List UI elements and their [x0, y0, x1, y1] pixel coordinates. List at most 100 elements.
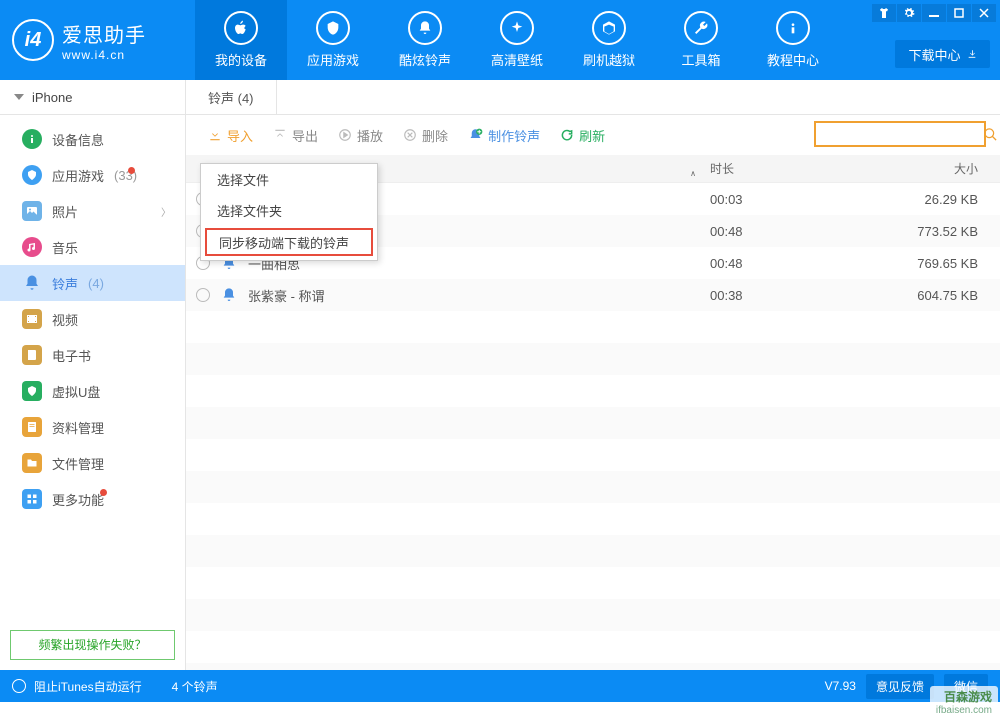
sidebar-item-label: 音乐	[52, 238, 78, 257]
sidebar-item-label: 设备信息	[52, 130, 104, 149]
sidebar-item-photos[interactable]: 照片 〉	[0, 193, 185, 229]
tab-bar: 铃声 (4)	[186, 80, 1000, 115]
sidebar-item-ringtones[interactable]: 铃声 (4)	[0, 265, 185, 301]
footer-version: V7.93	[825, 679, 856, 693]
delete-button[interactable]: 删除	[395, 122, 456, 149]
tab-ringtones[interactable]: 铃声 (4)	[186, 80, 277, 114]
toggle-itunes[interactable]	[12, 679, 26, 693]
col-size[interactable]: 大小	[850, 160, 1000, 177]
row-duration: 00:48	[710, 256, 850, 271]
nav-apps[interactable]: 应用游戏	[287, 0, 379, 80]
tshirt-icon[interactable]	[872, 4, 896, 22]
info-icon	[776, 11, 810, 45]
radio-select[interactable]	[196, 288, 210, 302]
chevron-right-icon: 〉	[161, 204, 171, 219]
import-button[interactable]: 导入	[200, 122, 261, 149]
sidebar-item-label: 虚拟U盘	[52, 382, 100, 401]
sidebar-item-label: 应用游戏	[52, 166, 104, 185]
brand-url: www.i4.cn	[62, 48, 146, 62]
sidebar-item-label: 资料管理	[52, 418, 104, 437]
sidebar-item-device-info[interactable]: 设备信息	[0, 121, 185, 157]
film-icon	[22, 309, 42, 329]
close-button[interactable]	[972, 4, 996, 22]
photo-icon	[22, 201, 42, 221]
export-button[interactable]: 导出	[265, 122, 326, 149]
download-center-label: 下载中心	[908, 45, 960, 64]
device-selector[interactable]: iPhone	[0, 80, 185, 115]
shield-icon	[22, 381, 42, 401]
sidebar-item-udisk[interactable]: 虚拟U盘	[0, 373, 185, 409]
search-box[interactable]	[814, 121, 986, 147]
sidebar-count: (4)	[88, 276, 104, 291]
col-duration[interactable]: 时长	[710, 160, 850, 177]
sidebar-item-label: 铃声	[52, 274, 78, 293]
sidebar-item-ebooks[interactable]: 电子书	[0, 337, 185, 373]
info-icon	[22, 129, 42, 149]
sidebar-item-file-mgmt[interactable]: 文件管理	[0, 445, 185, 481]
brand-name: 爱思助手	[62, 19, 146, 48]
dropdown-select-folder[interactable]: 选择文件夹	[201, 195, 377, 226]
apple-icon	[224, 11, 258, 45]
download-icon	[967, 49, 977, 59]
sidebar-item-music[interactable]: 音乐	[0, 229, 185, 265]
box-icon	[592, 11, 626, 45]
row-size: 773.52 KB	[850, 224, 1000, 239]
bell-icon	[22, 273, 42, 293]
gear-icon[interactable]	[897, 4, 921, 22]
dropdown-sync-mobile[interactable]: 同步移动端下载的铃声	[205, 228, 373, 256]
row-size: 604.75 KB	[850, 288, 1000, 303]
search-icon[interactable]	[983, 127, 998, 142]
feedback-button[interactable]: 意见反馈	[866, 674, 934, 699]
sidebar-item-more[interactable]: 更多功能	[0, 481, 185, 517]
main-nav: 我的设备 应用游戏 酷炫铃声 高清壁纸 刷机越狱 工具箱 教程中心	[195, 0, 839, 80]
help-link[interactable]: 频繁出现操作失败？	[10, 630, 175, 660]
table-row[interactable]: 张紫豪 - 称谓 00:38 604.75 KB	[186, 279, 1000, 311]
toolbar: 导入 导出 播放 删除 制作铃声 刷新	[186, 115, 1000, 155]
minimize-button[interactable]	[922, 4, 946, 22]
sparkle-icon	[500, 11, 534, 45]
book-icon	[22, 345, 42, 365]
nav-my-device[interactable]: 我的设备	[195, 0, 287, 80]
bell-icon	[220, 286, 238, 304]
sidebar: iPhone 设备信息 应用游戏 (33) 照片 〉 音乐	[0, 80, 186, 670]
bell-icon	[408, 11, 442, 45]
nav-label: 应用游戏	[307, 50, 359, 69]
dropdown-select-file[interactable]: 选择文件	[201, 164, 377, 195]
nav-label: 酷炫铃声	[399, 50, 451, 69]
row-duration: 00:48	[710, 224, 850, 239]
nav-wallpaper[interactable]: 高清壁纸	[471, 0, 563, 80]
sidebar-item-label: 视频	[52, 310, 78, 329]
folder-icon	[22, 453, 42, 473]
sidebar-item-video[interactable]: 视频	[0, 301, 185, 337]
nav-ringtones[interactable]: 酷炫铃声	[379, 0, 471, 80]
refresh-button[interactable]: 刷新	[552, 122, 613, 149]
import-icon	[208, 128, 222, 142]
sidebar-item-label: 电子书	[52, 346, 91, 365]
export-icon	[273, 128, 287, 142]
download-center-button[interactable]: 下载中心	[895, 40, 990, 68]
grid-icon	[22, 489, 42, 509]
row-name: 张紫豪 - 称谓	[248, 286, 325, 305]
appstore-icon	[316, 11, 350, 45]
music-icon	[22, 237, 42, 257]
sort-asc-icon: ∧	[690, 169, 696, 178]
sidebar-item-data-mgmt[interactable]: 资料管理	[0, 409, 185, 445]
delete-icon	[403, 128, 417, 142]
play-button[interactable]: 播放	[330, 122, 391, 149]
nav-toolbox[interactable]: 工具箱	[655, 0, 747, 80]
logo: i4 爱思助手 www.i4.cn	[0, 0, 195, 80]
make-ringtone-button[interactable]: 制作铃声	[460, 122, 548, 149]
nav-tutorials[interactable]: 教程中心	[747, 0, 839, 80]
sidebar-item-apps[interactable]: 应用游戏 (33)	[0, 157, 185, 193]
maximize-button[interactable]	[947, 4, 971, 22]
logo-badge: i4	[12, 19, 54, 61]
import-dropdown: 选择文件 选择文件夹 同步移动端下载的铃声	[200, 163, 378, 261]
nav-label: 工具箱	[681, 50, 720, 69]
nav-jailbreak[interactable]: 刷机越狱	[563, 0, 655, 80]
wechat-button[interactable]: 微信	[944, 674, 988, 699]
search-input[interactable]	[816, 123, 983, 145]
wrench-icon	[684, 11, 718, 45]
play-icon	[338, 128, 352, 142]
nav-label: 教程中心	[767, 50, 819, 69]
device-name: iPhone	[32, 90, 72, 105]
